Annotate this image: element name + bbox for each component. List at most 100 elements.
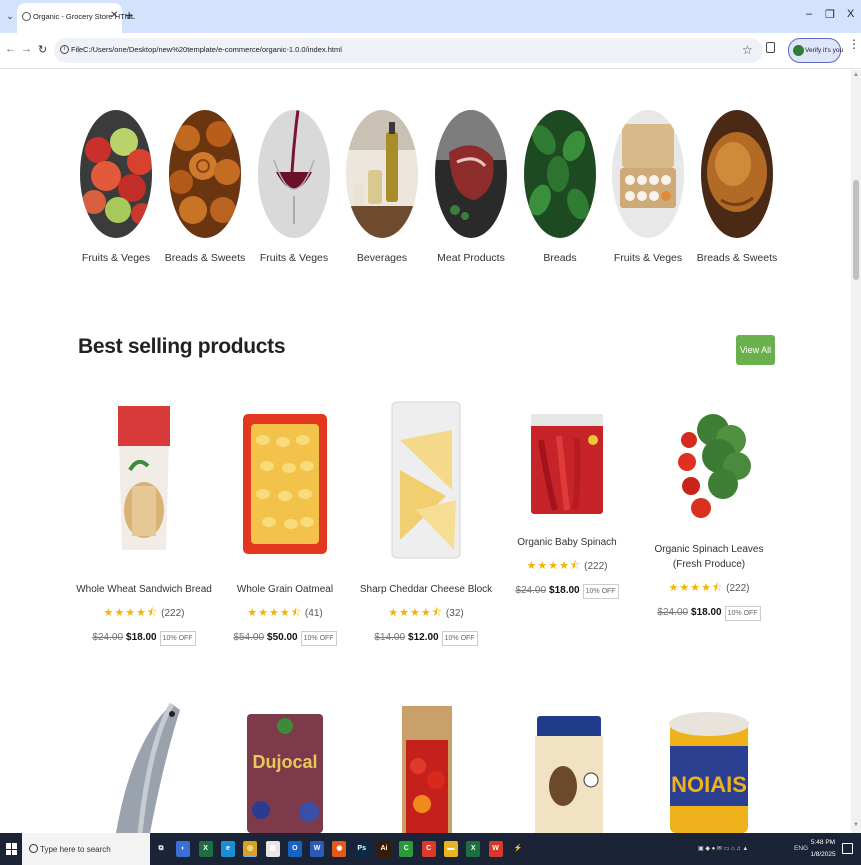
tomato-bag-image[interactable]: [380, 700, 480, 833]
review-count: (32): [445, 608, 464, 619]
category-label[interactable]: Fruits & Veges: [603, 252, 693, 264]
language-indicator[interactable]: ENG: [794, 845, 808, 852]
minimize-button[interactable]: –: [806, 8, 812, 20]
category-item[interactable]: Beverages: [337, 110, 427, 264]
scroll-up-icon[interactable]: ▲: [853, 72, 859, 78]
oatmeal-tray-image[interactable]: [215, 400, 355, 560]
wps-icon[interactable]: W: [488, 841, 503, 857]
product-name[interactable]: Sharp Cheddar Cheese Block: [356, 582, 496, 597]
page-scrollbar[interactable]: ▲ ▼: [851, 70, 861, 833]
category-item[interactable]: Breads: [515, 110, 605, 264]
category-item[interactable]: Fruits & Veges: [603, 110, 693, 264]
site-info-icon[interactable]: i: [60, 45, 69, 54]
product-card[interactable]: Sharp Cheddar Cheese Block ★★★★⯪ (32) $1…: [356, 400, 496, 646]
roast-bread-image: [701, 110, 773, 238]
category-item[interactable]: Fruits & Veges: [71, 110, 161, 264]
review-count: (222): [726, 583, 750, 594]
category-label[interactable]: Fruits & Veges: [249, 252, 339, 264]
file-explorer-icon[interactable]: ▬: [443, 841, 458, 857]
close-window-button[interactable]: X: [847, 8, 854, 20]
view-all-button[interactable]: View All: [736, 335, 775, 365]
peanut-butter-jar-image[interactable]: [521, 700, 621, 833]
product-name[interactable]: Organic Baby Spinach: [497, 535, 637, 550]
outlook-icon[interactable]: O: [287, 841, 302, 857]
category-label[interactable]: Meat Products: [426, 252, 516, 264]
product-card[interactable]: Organic Baby Spinach ★★★★⯪ (222) $24.00 $…: [497, 400, 637, 599]
scrollbar-thumb[interactable]: [853, 180, 859, 280]
review-count: (222): [161, 608, 185, 619]
reload-icon[interactable]: ↻: [38, 43, 47, 56]
category-label[interactable]: Beverages: [337, 252, 427, 264]
taskbar-search-placeholder[interactable]: Type here to search: [40, 845, 111, 854]
photoshop-icon[interactable]: Ps: [354, 841, 369, 857]
mint-leaves-image: [524, 110, 596, 238]
taskbar-search[interactable]: Type here to search: [22, 833, 150, 865]
tab-close-icon[interactable]: ✕: [110, 10, 118, 21]
chrome-icon[interactable]: ◎: [243, 841, 258, 857]
taskbar-clock[interactable]: 5:48 PM 1/8/2025: [808, 837, 838, 861]
notification-icon[interactable]: [842, 843, 853, 854]
category-label[interactable]: Fruits & Veges: [71, 252, 161, 264]
back-arrow-icon[interactable]: ←: [5, 43, 16, 55]
word-icon[interactable]: W: [310, 841, 325, 857]
profile-verify-button[interactable]: Verify it's you: [788, 38, 844, 63]
scroll-down-icon[interactable]: ▼: [853, 822, 859, 828]
steak-image: [435, 110, 507, 238]
discount-badge: 10% OFF: [300, 631, 337, 646]
forward-arrow-icon[interactable]: →: [21, 43, 32, 55]
category-item[interactable]: Meat Products: [426, 110, 516, 264]
url-omnibox[interactable]: i File C:/Users/one/Desktop/new%20templa…: [54, 38, 763, 63]
category-item[interactable]: Breads & Sweets: [160, 110, 250, 264]
edge-icon[interactable]: e: [220, 841, 235, 857]
rating-stars-icon: ★★★★⯪: [103, 607, 159, 619]
url-text[interactable]: C:/Users/one/Desktop/new%20template/e-co…: [78, 45, 342, 54]
new-tab-button[interactable]: +: [125, 7, 133, 23]
system-tray-icons[interactable]: ▣ ◆ ● ✉ ▭ ⌂ ♫ ▲: [698, 845, 748, 852]
category-label[interactable]: Breads & Sweets: [160, 252, 250, 264]
tab-search-chevron-icon[interactable]: ⌄: [3, 8, 17, 24]
broccoli-tomato-image[interactable]: [639, 400, 779, 528]
bread-bag-image[interactable]: [74, 400, 214, 560]
active-tab[interactable]: Organic - Grocery Store HTML ✕: [17, 3, 135, 33]
clock-date: 1/8/2025: [810, 851, 836, 858]
product-name[interactable]: Organic Spinach Leaves (Fresh Produce): [639, 542, 779, 572]
app-green-icon[interactable]: C: [399, 841, 414, 857]
files-icon[interactable]: ▦: [265, 841, 280, 857]
copilot-icon[interactable]: ◐: [176, 841, 191, 857]
product-card[interactable]: Organic Spinach Leaves (Fresh Produce) ★…: [639, 400, 779, 621]
juice-box-image[interactable]: Dujocal: [239, 700, 339, 833]
excel-sheets-icon[interactable]: X: [198, 841, 213, 857]
category-item[interactable]: Fruits & Veges: [249, 110, 339, 264]
product-rating: ★★★★⯪ (222): [74, 604, 214, 623]
pastries-image: [169, 110, 241, 238]
product-card[interactable]: Whole Grain Oatmeal ★★★★⯪ (41) $54.00 $50…: [215, 400, 355, 646]
illustrator-icon[interactable]: Ai: [377, 841, 391, 857]
product-price: $24.00 $18.00 10% OFF: [497, 584, 637, 599]
category-label[interactable]: Breads: [515, 252, 605, 264]
product-name[interactable]: Whole Wheat Sandwich Bread: [74, 582, 214, 597]
category-label[interactable]: Breads & Sweets: [692, 252, 782, 264]
task-view-icon[interactable]: ⧉: [154, 841, 168, 857]
product-card[interactable]: Whole Wheat Sandwich Bread ★★★★⯪ (222) $…: [74, 400, 214, 646]
bookmark-star-icon[interactable]: ☆: [742, 43, 753, 57]
windows-start-icon[interactable]: [6, 843, 18, 855]
excel-icon[interactable]: X: [466, 841, 481, 857]
product-rating: ★★★★⯪ (41): [215, 604, 355, 623]
browser-menu-icon[interactable]: ⋮: [848, 38, 860, 50]
chili-pack-image[interactable]: [497, 400, 637, 520]
verify-label: Verify it's you: [805, 47, 844, 54]
app-orange-icon[interactable]: ◉: [332, 841, 347, 857]
app-stripe-icon[interactable]: ⚡: [510, 841, 525, 857]
tab-title: Organic - Grocery Store HTML: [33, 12, 136, 21]
eggs-carton-image: [612, 110, 684, 238]
extensions-icon[interactable]: [766, 42, 775, 53]
cheese-block-image[interactable]: [356, 400, 496, 560]
app-red-icon[interactable]: C: [421, 841, 436, 857]
container-tub-image[interactable]: NOIAIS: [662, 700, 772, 833]
category-item[interactable]: Breads & Sweets: [692, 110, 782, 264]
restore-button[interactable]: ❐: [825, 8, 835, 21]
current-price: $50.00: [267, 632, 298, 643]
fish-image[interactable]: [92, 700, 192, 833]
product-name[interactable]: Whole Grain Oatmeal: [215, 582, 355, 597]
discount-badge: 10% OFF: [582, 584, 619, 599]
